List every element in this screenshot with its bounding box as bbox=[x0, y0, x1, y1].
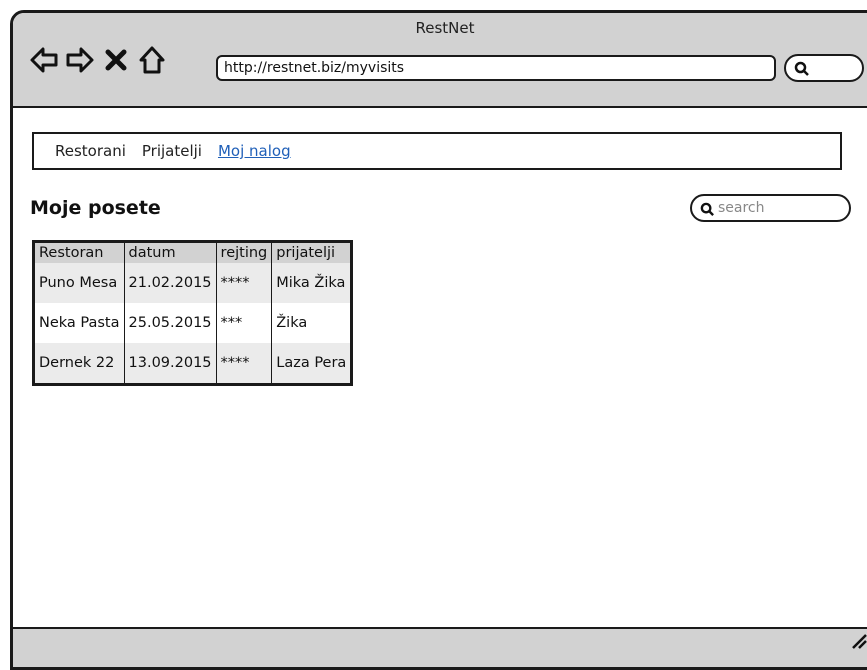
browser-window: RestNet http://restnet.biz/myvisits Rest bbox=[10, 10, 867, 670]
column-header-restoran[interactable]: Restoran bbox=[33, 241, 125, 263]
cell-prijatelji: Laza Pera bbox=[271, 343, 352, 385]
address-bar[interactable]: http://restnet.biz/myvisits bbox=[216, 55, 776, 81]
column-header-prijatelji[interactable]: prijatelji bbox=[271, 241, 352, 263]
home-icon[interactable] bbox=[137, 43, 167, 77]
cell-datum: 25.05.2015 bbox=[124, 303, 217, 343]
close-icon[interactable] bbox=[101, 43, 131, 77]
page-title: Moje posete bbox=[30, 197, 161, 219]
search-icon bbox=[700, 201, 715, 225]
cell-restoran: Puno Mesa bbox=[33, 263, 125, 303]
table-row[interactable]: Puno Mesa 21.02.2015 **** Mika Žika bbox=[33, 263, 352, 303]
table-header-row: Restoran datum rejting prijatelji bbox=[33, 241, 352, 263]
nav-item-prijatelji[interactable]: Prijatelji bbox=[142, 134, 202, 168]
resize-grip-icon[interactable] bbox=[851, 633, 867, 653]
cell-prijatelji: Mika Žika bbox=[271, 263, 352, 303]
nav-item-moj-nalog[interactable]: Moj nalog bbox=[218, 134, 291, 168]
table-row[interactable]: Dernek 22 13.09.2015 **** Laza Pera bbox=[33, 343, 352, 385]
browser-search-box[interactable] bbox=[784, 54, 864, 82]
cell-rejting: **** bbox=[216, 263, 273, 303]
search-placeholder: search bbox=[718, 200, 765, 216]
status-bar bbox=[13, 627, 867, 667]
nav-icons bbox=[29, 43, 167, 77]
column-header-datum[interactable]: datum bbox=[124, 241, 217, 263]
nav-item-restorani[interactable]: Restorani bbox=[55, 134, 126, 168]
forward-arrow-icon[interactable] bbox=[65, 43, 95, 77]
cell-datum: 21.02.2015 bbox=[124, 263, 217, 303]
title-bar: RestNet http://restnet.biz/myvisits bbox=[13, 13, 867, 108]
window-title: RestNet bbox=[415, 19, 475, 37]
cell-restoran: Neka Pasta bbox=[33, 303, 125, 343]
cell-prijatelji: Žika bbox=[271, 303, 352, 343]
back-arrow-icon[interactable] bbox=[29, 43, 59, 77]
search-input[interactable]: search bbox=[690, 194, 851, 222]
search-icon bbox=[794, 61, 810, 81]
cell-rejting: *** bbox=[216, 303, 273, 343]
cell-datum: 13.09.2015 bbox=[124, 343, 217, 385]
column-header-rejting[interactable]: rejting bbox=[216, 241, 273, 263]
table-row[interactable]: Neka Pasta 25.05.2015 *** Žika bbox=[33, 303, 352, 343]
visits-table: Restoran datum rejting prijatelji Puno M… bbox=[32, 240, 354, 386]
main-nav: Restorani Prijatelji Moj nalog bbox=[32, 132, 842, 170]
cell-rejting: **** bbox=[216, 343, 273, 385]
cell-restoran: Dernek 22 bbox=[33, 343, 125, 385]
